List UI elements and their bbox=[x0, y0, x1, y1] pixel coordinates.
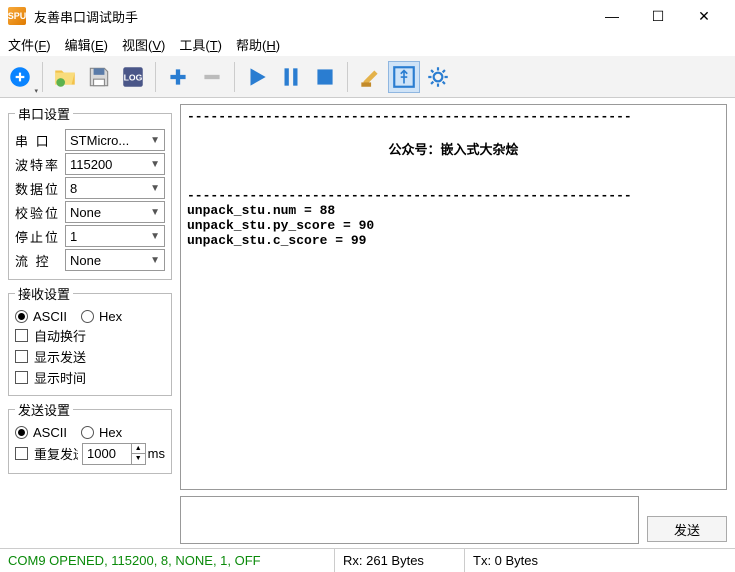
content-area: 串口设置 串 口 STMicro...▼ 波特率 115200▼ 数据位 8▼ … bbox=[0, 98, 735, 548]
send-button[interactable]: 发送 bbox=[647, 516, 727, 542]
window-title: 友善串口调试助手 bbox=[34, 7, 589, 26]
pause-icon[interactable] bbox=[275, 61, 307, 93]
plus-icon[interactable] bbox=[162, 61, 194, 93]
chevron-down-icon: ▼ bbox=[150, 183, 160, 194]
port-select[interactable]: STMicro...▼ bbox=[65, 129, 165, 151]
split-view-icon[interactable] bbox=[388, 61, 420, 93]
autowrap-checkbox[interactable]: 自动换行 bbox=[15, 326, 165, 345]
recv-hex-radio[interactable]: Hex bbox=[81, 309, 122, 324]
recv-settings-group: 接收设置 ASCII Hex 自动换行 显示发送 显示时间 bbox=[8, 284, 172, 396]
open-folder-icon[interactable] bbox=[49, 61, 81, 93]
sidebar: 串口设置 串 口 STMicro...▼ 波特率 115200▼ 数据位 8▼ … bbox=[0, 98, 180, 548]
close-button[interactable]: ✕ bbox=[681, 0, 727, 32]
send-hex-radio[interactable]: Hex bbox=[81, 425, 122, 440]
menu-view[interactable]: 视图(V) bbox=[122, 35, 165, 54]
parity-label: 校验位 bbox=[15, 203, 65, 222]
showtime-checkbox[interactable]: 显示时间 bbox=[15, 368, 165, 387]
port-label: 串 口 bbox=[15, 131, 65, 150]
menu-bar: 文件(F) 编辑(E) 视图(V) 工具(T) 帮助(H) bbox=[0, 32, 735, 56]
interval-spinner[interactable]: 1000 ▲▼ bbox=[82, 443, 146, 465]
recv-settings-legend: 接收设置 bbox=[15, 284, 73, 303]
stop-icon[interactable] bbox=[309, 61, 341, 93]
toolbar-divider bbox=[42, 62, 43, 92]
app-icon: SPU bbox=[8, 7, 26, 25]
settings-icon[interactable] bbox=[422, 61, 454, 93]
chevron-down-icon: ▼ bbox=[150, 159, 160, 170]
title-bar: SPU 友善串口调试助手 — ☐ ✕ bbox=[0, 0, 735, 32]
baud-select[interactable]: 115200▼ bbox=[65, 153, 165, 175]
menu-file[interactable]: 文件(F) bbox=[8, 35, 51, 54]
send-settings-legend: 发送设置 bbox=[15, 400, 73, 419]
clear-icon[interactable] bbox=[354, 61, 386, 93]
connect-icon[interactable]: ▾ bbox=[4, 61, 36, 93]
maximize-button[interactable]: ☐ bbox=[635, 0, 681, 32]
toolbar: ▾ LOG bbox=[0, 56, 735, 98]
status-tx: Tx: 0 Bytes bbox=[465, 549, 735, 572]
chevron-down-icon: ▼ bbox=[150, 135, 160, 146]
flow-select[interactable]: None▼ bbox=[65, 249, 165, 271]
send-ascii-radio[interactable]: ASCII bbox=[15, 425, 67, 440]
stopbits-select[interactable]: 1▼ bbox=[65, 225, 165, 247]
port-settings-legend: 串口设置 bbox=[15, 104, 73, 123]
log-icon[interactable]: LOG bbox=[117, 61, 149, 93]
chevron-down-icon: ▼ bbox=[150, 207, 160, 218]
spin-up-icon[interactable]: ▲ bbox=[131, 444, 145, 455]
showtx-checkbox[interactable]: 显示发送 bbox=[15, 347, 165, 366]
send-settings-group: 发送设置 ASCII Hex 重复发送 1000 ▲▼ ms bbox=[8, 400, 172, 474]
play-icon[interactable] bbox=[241, 61, 273, 93]
status-rx: Rx: 261 Bytes bbox=[335, 549, 465, 572]
minimize-button[interactable]: — bbox=[589, 0, 635, 32]
stopbits-label: 停止位 bbox=[15, 227, 65, 246]
repeat-send-checkbox[interactable]: 重复发送 bbox=[15, 444, 78, 463]
chevron-down-icon: ▼ bbox=[150, 255, 160, 266]
chevron-down-icon: ▼ bbox=[150, 231, 160, 242]
receive-output[interactable]: ----------------------------------------… bbox=[180, 104, 727, 490]
send-input[interactable] bbox=[180, 496, 639, 544]
databits-label: 数据位 bbox=[15, 179, 65, 198]
minus-icon[interactable] bbox=[196, 61, 228, 93]
status-bar: COM9 OPENED, 115200, 8, NONE, 1, OFF Rx:… bbox=[0, 548, 735, 572]
svg-text:LOG: LOG bbox=[124, 72, 143, 82]
spin-down-icon[interactable]: ▼ bbox=[131, 454, 145, 464]
menu-edit[interactable]: 编辑(E) bbox=[65, 35, 108, 54]
port-settings-group: 串口设置 串 口 STMicro...▼ 波特率 115200▼ 数据位 8▼ … bbox=[8, 104, 172, 280]
ms-label: ms bbox=[148, 446, 165, 461]
menu-help[interactable]: 帮助(H) bbox=[236, 35, 280, 54]
toolbar-divider bbox=[347, 62, 348, 92]
banner-text: 公众号：嵌入式大杂烩 bbox=[187, 139, 720, 158]
save-icon[interactable] bbox=[83, 61, 115, 93]
status-connection: COM9 OPENED, 115200, 8, NONE, 1, OFF bbox=[0, 549, 335, 572]
send-row: 发送 bbox=[180, 496, 727, 544]
toolbar-divider bbox=[155, 62, 156, 92]
main-pane: ----------------------------------------… bbox=[180, 98, 735, 548]
parity-select[interactable]: None▼ bbox=[65, 201, 165, 223]
databits-select[interactable]: 8▼ bbox=[65, 177, 165, 199]
baud-label: 波特率 bbox=[15, 155, 65, 174]
recv-ascii-radio[interactable]: ASCII bbox=[15, 309, 67, 324]
flow-label: 流 控 bbox=[15, 251, 65, 270]
toolbar-divider bbox=[234, 62, 235, 92]
menu-tools[interactable]: 工具(T) bbox=[179, 35, 222, 54]
